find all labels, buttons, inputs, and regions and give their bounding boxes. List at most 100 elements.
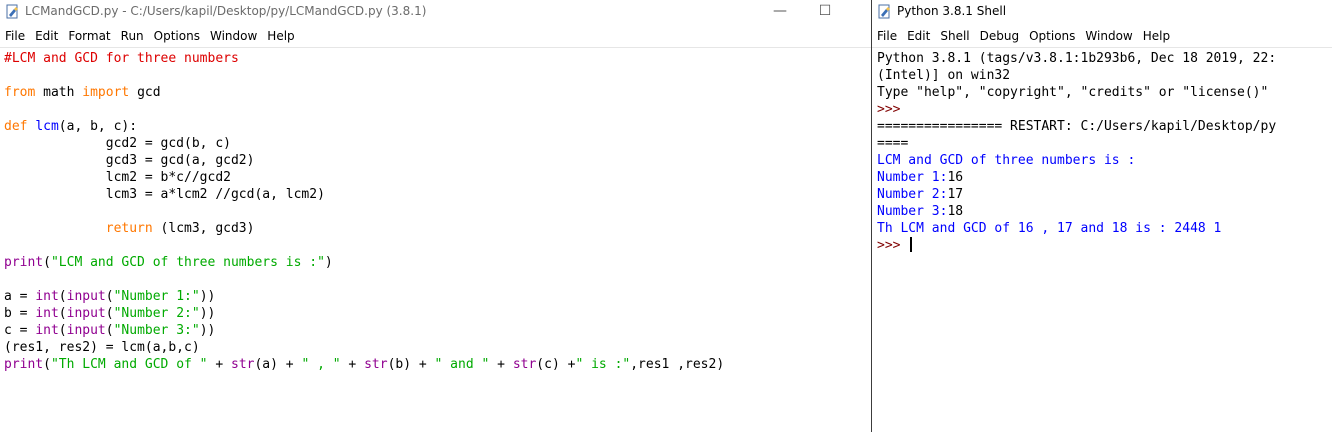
- code-token: "Number 3:": [113, 323, 200, 338]
- shell-line: ================ RESTART: C:/Users/kapil…: [877, 118, 1276, 135]
- code-token: def: [4, 119, 28, 134]
- code-line: return (lcm3, gcd3): [4, 220, 724, 237]
- code-token: " , ": [301, 357, 341, 372]
- editor-menu-window[interactable]: Window: [205, 24, 262, 48]
- code-token: (b) +: [387, 357, 435, 372]
- maximize-button[interactable]: ☐: [805, 0, 845, 24]
- shell-menu-shell[interactable]: Shell: [935, 24, 974, 48]
- code-token: input: [66, 323, 106, 338]
- code-token: (c) +: [536, 357, 576, 372]
- shell-menubar: File Edit Shell Debug Options Window Help: [872, 24, 1332, 46]
- shell-menu-options[interactable]: Options: [1024, 24, 1080, 48]
- code-token: a =: [4, 289, 36, 304]
- code-token: " and ": [434, 357, 490, 372]
- code-token: (res1, res2) = lcm(a,b,c): [4, 340, 200, 355]
- editor-menubar: File Edit Format Run Options Window Help: [0, 24, 871, 46]
- code-token: "Th LCM and GCD of ": [50, 357, 208, 372]
- shell-line: Number 1:16: [877, 169, 1276, 186]
- editor-menu-options[interactable]: Options: [149, 24, 205, 48]
- code-token: +: [340, 357, 365, 372]
- code-token: str: [364, 357, 388, 372]
- code-token: lcm3 = a*lcm2 //gcd(a, lcm2): [4, 187, 325, 202]
- code-token: " is :": [575, 357, 631, 372]
- code-token: "Number 2:": [113, 306, 200, 321]
- shell-titlebar[interactable]: Python 3.8.1 Shell: [872, 0, 1332, 24]
- code-token: lcm2 = b*c//gcd2: [4, 170, 231, 185]
- code-line: from math import gcd: [4, 84, 724, 101]
- code-token: ,res1 ,res2): [630, 357, 725, 372]
- code-line: lcm2 = b*c//gcd2: [4, 169, 724, 186]
- shell-menu-help[interactable]: Help: [1138, 24, 1175, 48]
- code-token: (lcm3, gcd3): [152, 221, 255, 236]
- code-token: "LCM and GCD of three numbers is :": [50, 255, 325, 270]
- code-token: (: [58, 306, 67, 321]
- code-token: b =: [4, 306, 36, 321]
- python-shell-icon: [878, 4, 890, 19]
- code-token: str: [231, 357, 255, 372]
- shell-output-area[interactable]: Python 3.8.1 (tags/v3.8.1:1b293b6, Dec 1…: [877, 50, 1276, 254]
- shell-window: Python 3.8.1 Shell File Edit Shell Debug Opt…: [872, 0, 1332, 432]
- code-token: input: [66, 289, 106, 304]
- shell-line: >>>: [877, 101, 1276, 118]
- code-token: ): [324, 255, 333, 270]
- code-token: Th LCM and GCD of 16 , 17 and 18 is : 24…: [877, 221, 1222, 236]
- code-token: Number 1:: [877, 170, 948, 185]
- shell-line: Th LCM and GCD of 16 , 17 and 18 is : 24…: [877, 220, 1276, 237]
- code-token: LCM and GCD of three numbers is :: [877, 153, 1136, 168]
- editor-menu-edit[interactable]: Edit: [30, 24, 63, 48]
- code-token: (: [105, 289, 114, 304]
- idle-file-icon: [6, 4, 18, 19]
- shell-line: >>>: [877, 237, 1276, 254]
- shell-line: Number 2:17: [877, 186, 1276, 203]
- text-cursor: [910, 237, 913, 252]
- code-token: gcd3 = gcd(a, gcd2): [4, 153, 255, 168]
- editor-menu-file[interactable]: File: [0, 24, 30, 48]
- code-token: +: [489, 357, 513, 372]
- code-token: from: [4, 85, 36, 100]
- editor-menu-run[interactable]: Run: [116, 24, 149, 48]
- code-token: c =: [4, 323, 36, 338]
- code-line: gcd3 = gcd(a, gcd2): [4, 152, 724, 169]
- shell-line: Type "help", "copyright", "credits" or "…: [877, 84, 1276, 101]
- shell-menu-file[interactable]: File: [872, 24, 902, 48]
- code-token: input: [66, 306, 106, 321]
- editor-menu-help[interactable]: Help: [262, 24, 299, 48]
- code-token: gcd2 = gcd(b, c): [4, 136, 231, 151]
- shell-menu-window[interactable]: Window: [1080, 24, 1137, 48]
- code-line: gcd2 = gcd(b, c): [4, 135, 724, 152]
- code-token: print: [4, 255, 44, 270]
- code-token: (Intel)] on win32: [877, 68, 1011, 83]
- code-line: lcm3 = a*lcm2 //gcd(a, lcm2): [4, 186, 724, 203]
- menu-divider: [872, 47, 1332, 48]
- code-token: >>>: [877, 102, 901, 117]
- code-token: import: [82, 85, 130, 100]
- code-line: print("Th LCM and GCD of " + str(a) + " …: [4, 356, 724, 373]
- minimize-button[interactable]: —: [760, 0, 800, 24]
- code-line: b = int(input("Number 2:")): [4, 305, 724, 322]
- code-token: gcd: [129, 85, 161, 100]
- shell-line: LCM and GCD of three numbers is :: [877, 152, 1276, 169]
- code-token: print: [4, 357, 44, 372]
- shell-menu-debug[interactable]: Debug: [975, 24, 1024, 48]
- code-token: 16: [947, 170, 964, 185]
- shell-menu-edit[interactable]: Edit: [902, 24, 935, 48]
- shell-line: (Intel)] on win32: [877, 67, 1276, 84]
- code-line: a = int(input("Number 1:")): [4, 288, 724, 305]
- editor-menu-format[interactable]: Format: [63, 24, 115, 48]
- code-token: lcm: [35, 119, 59, 134]
- editor-titlebar[interactable]: LCMandGCD.py - C:/Users/kapil/Desktop/py…: [0, 0, 871, 24]
- code-token: int: [35, 323, 59, 338]
- code-token: Python 3.8.1 (tags/v3.8.1:1b293b6, Dec 1…: [877, 51, 1277, 66]
- editor-window: LCMandGCD.py - C:/Users/kapil/Desktop/py…: [0, 0, 871, 432]
- code-token: (a, b, c):: [58, 119, 138, 134]
- code-editor-text-area[interactable]: #LCM and GCD for three numbers from math …: [4, 50, 724, 373]
- code-token: +: [207, 357, 231, 372]
- code-token: )): [199, 306, 216, 321]
- code-token: Type "help", "copyright", "credits" or "…: [877, 85, 1269, 100]
- code-line: print("LCM and GCD of three numbers is :…: [4, 254, 724, 271]
- code-token: ================ RESTART: C:/Users/kapil…: [877, 119, 1277, 134]
